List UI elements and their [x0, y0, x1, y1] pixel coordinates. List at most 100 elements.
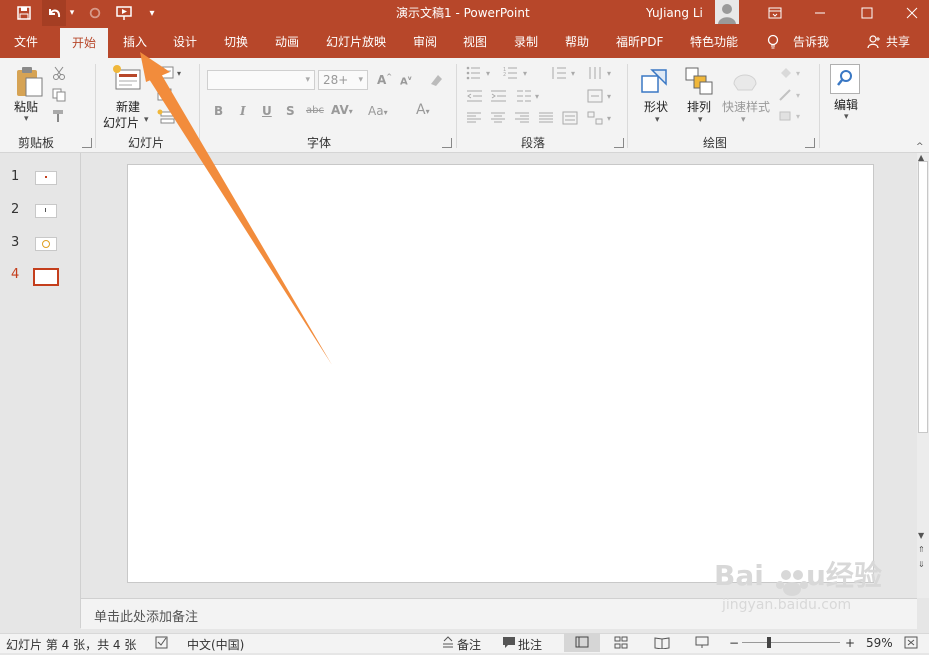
user-name[interactable]: YuJiang Li: [646, 0, 703, 26]
slide-thumbnail-3[interactable]: [35, 237, 57, 251]
quick-styles-button[interactable]: 快速样式: [722, 98, 770, 115]
tab-transitions[interactable]: 切换: [224, 26, 248, 58]
slide-sorter-icon[interactable]: [614, 636, 628, 652]
comments-button[interactable]: 批注: [518, 636, 542, 653]
arrange-button[interactable]: 排列: [687, 98, 711, 115]
section-icon[interactable]: [157, 109, 175, 128]
editing-dropdown-icon[interactable]: ▾: [844, 112, 849, 122]
tab-insert[interactable]: 插入: [123, 26, 147, 58]
tell-me-search[interactable]: 告诉我: [793, 26, 829, 58]
tab-file[interactable]: 文件: [14, 26, 38, 58]
shapes-dropdown-icon[interactable]: ▾: [655, 115, 660, 125]
zoom-level[interactable]: 59%: [866, 636, 893, 650]
paste-dropdown-icon[interactable]: ▾: [24, 114, 29, 124]
vertical-scrollbar[interactable]: ▲ ▼ ⇑ ⇓: [917, 153, 929, 598]
strikethrough-icon[interactable]: abc: [306, 105, 324, 116]
notes-placeholder[interactable]: 单击此处添加备注: [94, 606, 198, 625]
editing-button[interactable]: 编辑: [834, 96, 858, 113]
paste-button[interactable]: 粘贴: [14, 98, 38, 115]
slide-thumbnail-4[interactable]: [33, 268, 59, 286]
slide-thumbnail-2[interactable]: [35, 204, 57, 218]
undo-dropdown-icon[interactable]: ▾: [66, 0, 78, 26]
comments-icon[interactable]: [502, 636, 516, 652]
zoom-out-button[interactable]: −: [729, 636, 739, 650]
new-slide-button-line2[interactable]: 幻灯片: [103, 114, 139, 131]
cut-icon[interactable]: [52, 66, 66, 83]
change-case-icon[interactable]: Aa▾: [368, 104, 388, 118]
clear-formatting-icon[interactable]: [428, 72, 444, 91]
reading-view-icon[interactable]: [654, 636, 670, 652]
quick-styles-dropdown-icon[interactable]: ▾: [741, 115, 746, 125]
decrease-font-size-icon[interactable]: Av: [400, 75, 412, 87]
increase-indent-icon[interactable]: [490, 89, 508, 106]
collapse-ribbon-icon[interactable]: ^: [916, 142, 924, 152]
align-right-icon[interactable]: [514, 112, 530, 127]
undo-icon[interactable]: [42, 0, 66, 26]
spell-check-icon[interactable]: [155, 636, 169, 652]
tab-help[interactable]: 帮助: [565, 26, 589, 58]
fit-to-window-icon[interactable]: [904, 636, 918, 652]
justify-icon[interactable]: [538, 112, 554, 127]
avatar[interactable]: [715, 0, 739, 24]
tab-animations[interactable]: 动画: [275, 26, 299, 58]
find-icon[interactable]: [830, 64, 860, 94]
presentation-icon[interactable]: [112, 0, 136, 26]
shapes-button[interactable]: 形状: [644, 98, 668, 115]
arrange-icon[interactable]: [684, 66, 714, 99]
tab-view[interactable]: 视图: [463, 26, 487, 58]
bold-icon[interactable]: B: [214, 104, 223, 118]
language-indicator[interactable]: 中文(中国): [187, 636, 244, 653]
bullets-icon[interactable]: ▾: [466, 66, 496, 83]
scroll-thumb[interactable]: [918, 161, 928, 433]
increase-font-size-icon[interactable]: A^: [377, 73, 392, 87]
format-painter-icon[interactable]: [52, 109, 66, 126]
text-direction-icon[interactable]: ▾: [587, 66, 617, 83]
zoom-in-button[interactable]: +: [845, 636, 855, 650]
notes-toggle-icon[interactable]: [441, 636, 455, 652]
redo-icon[interactable]: [84, 0, 106, 26]
smartart-icon[interactable]: ▾: [587, 111, 617, 128]
tab-foxit-pdf[interactable]: 福昕PDF: [616, 26, 663, 58]
new-slide-icon[interactable]: [112, 64, 142, 95]
shapes-icon[interactable]: [640, 66, 672, 99]
maximize-icon[interactable]: [855, 0, 879, 26]
notes-toggle-button[interactable]: 备注: [457, 636, 481, 653]
shape-effects-icon[interactable]: ▾: [778, 109, 806, 126]
decrease-indent-icon[interactable]: [466, 89, 484, 106]
shape-outline-icon[interactable]: ▾: [778, 88, 806, 105]
previous-slide-icon[interactable]: ⇑: [918, 545, 925, 554]
line-spacing-icon[interactable]: ▾: [551, 66, 581, 83]
italic-icon[interactable]: I: [240, 104, 246, 118]
distributed-icon[interactable]: [562, 111, 578, 128]
save-icon[interactable]: [10, 0, 38, 26]
next-slide-icon[interactable]: ⇓: [918, 560, 925, 569]
zoom-slider-handle[interactable]: [767, 637, 771, 648]
scroll-down-icon[interactable]: ▼: [918, 531, 924, 540]
share-icon[interactable]: [867, 35, 881, 52]
underline-icon[interactable]: U: [262, 104, 272, 118]
new-slide-button[interactable]: 新建: [116, 98, 140, 115]
columns-icon[interactable]: ▾: [516, 89, 544, 106]
font-color-icon[interactable]: A▾: [416, 102, 430, 118]
reset-icon[interactable]: [157, 88, 173, 105]
align-center-icon[interactable]: [490, 112, 506, 127]
layout-icon[interactable]: ▾: [157, 66, 185, 83]
customize-toolbar-icon[interactable]: ▾: [144, 0, 160, 26]
tab-design[interactable]: 设计: [173, 26, 197, 58]
slide-canvas[interactable]: [127, 164, 874, 583]
text-shadow-icon[interactable]: S: [286, 104, 295, 118]
quick-styles-icon[interactable]: [730, 66, 760, 99]
lightbulb-icon[interactable]: [766, 34, 780, 53]
slideshow-view-icon[interactable]: [695, 636, 709, 652]
font-name-dropdown[interactable]: ▾: [207, 70, 315, 90]
numbering-icon[interactable]: 1 2 ▾: [503, 66, 533, 83]
new-slide-dropdown-icon[interactable]: ▾: [144, 115, 149, 125]
align-text-icon[interactable]: ▾: [587, 89, 617, 106]
paragraph-dialog-launcher[interactable]: [614, 138, 624, 148]
share-button[interactable]: 共享: [886, 26, 910, 58]
normal-view-button[interactable]: [564, 633, 600, 652]
tab-review[interactable]: 审阅: [413, 26, 437, 58]
font-size-dropdown[interactable]: 28+ ▾: [318, 70, 368, 90]
paste-icon[interactable]: [14, 66, 44, 101]
clipboard-dialog-launcher[interactable]: [82, 138, 92, 148]
